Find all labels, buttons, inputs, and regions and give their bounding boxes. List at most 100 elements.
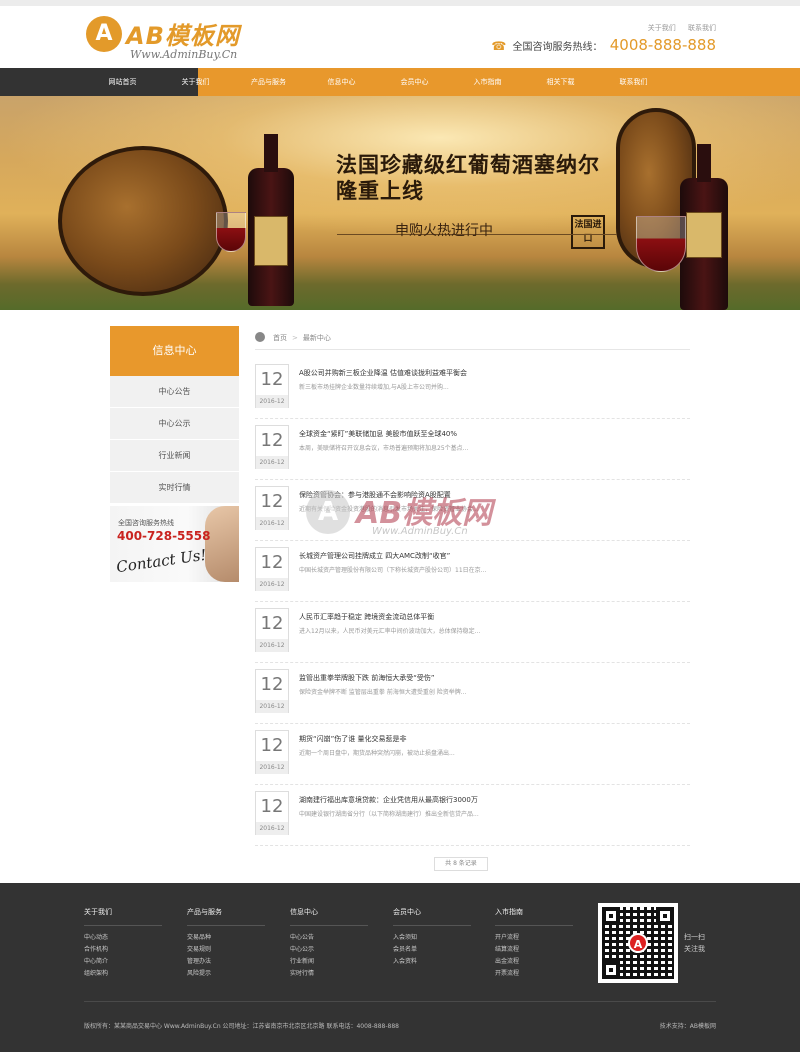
banner-title: 法国珍藏级红葡萄酒塞纳尔 隆重上线 [336,152,600,204]
footer-link[interactable]: 风险提示 [187,968,267,980]
news-title[interactable]: 湖南建行福出库意境贷款：企业凭信用从最高银行3000万 [299,795,478,805]
news-summary: 本周，美联储将召开议息会议，市场普遍预期将加息25个基点... [299,445,469,452]
footer-link[interactable]: 中心简介 [84,956,164,968]
footer-tech-support[interactable]: 技术支持：AB模板网 [660,1021,716,1030]
footer-link[interactable]: 交易品种 [187,932,267,944]
footer-link[interactable]: 合作机构 [84,944,164,956]
sidebar: 信息中心 中心公告 中心公示 行业新闻 实时行情 全国咨询服务热线 400-72… [110,326,239,582]
sidebar-item-announcements[interactable]: 中心公告 [110,376,239,408]
qr-caption-line1: 扫一扫 [684,933,705,941]
divider [255,601,690,602]
footer-link[interactable]: 中心公示 [290,944,370,956]
date-year-month: 2016-12 [256,395,288,408]
nav-item-products[interactable]: 产品与服务 [232,68,305,96]
news-title[interactable]: 保险资管协会：参与港股通不会影响险资A股配置 [299,490,451,500]
news-item[interactable]: 12 2016-12 人民币汇率趋于稳定 跨境资金流动总体平衡 进入12月以来，人… [255,608,690,663]
contact-box: 全国咨询服务热线 400-728-5558 Contact Us! [110,506,239,582]
date-year-month: 2016-12 [256,456,288,469]
logo-text: AB模板网 [126,22,240,50]
footer-link[interactable]: 交易规则 [187,944,267,956]
footer-link[interactable]: 出金流程 [495,956,575,968]
nav-item-guide[interactable]: 入市指南 [451,68,524,96]
import-stamp: 法国进口 [571,215,605,249]
date-box: 12 2016-12 [255,364,289,408]
nav-item-info[interactable]: 信息中心 [305,68,378,96]
news-summary: 近期一个周日盘中，期货品种突然闪崩，被动止损盘涌出... [299,750,455,757]
divider [255,479,690,480]
banner-title-line1: 法国珍藏级红葡萄酒塞纳尔 [336,153,600,177]
wine-glass-left [216,212,246,252]
wine-bottle-right [680,144,728,310]
footer-col-title: 产品与服务 [187,907,265,926]
main-content: 首页 > 最新中心 [255,326,690,350]
logo-mark: A [86,16,122,52]
footer-col-title: 关于我们 [84,907,162,926]
news-item[interactable]: 12 2016-12 A股公司并购新三板企业降温 估值难谈拢利益难平衡会 新三板市… [255,364,690,419]
footer-col-about: 关于我们 中心动态 合作机构 中心简介 组织架构 [84,907,164,980]
nav-item-about[interactable]: 关于我们 [159,68,232,96]
news-item[interactable]: 12 2016-12 监管出重拳举牌股下跌 前海恒大承受“受伤” 保险资金举牌不断… [255,669,690,724]
footer-link[interactable]: 开票流程 [495,968,575,980]
news-title[interactable]: A股公司并购新三板企业降温 估值难谈拢利益难平衡会 [299,368,467,378]
date-day: 12 [260,552,284,573]
footer-link[interactable]: 入会资料 [393,956,473,968]
footer-link[interactable]: 入会须知 [393,932,473,944]
sidebar-title: 信息中心 [110,326,239,376]
nav-item-members[interactable]: 会员中心 [378,68,451,96]
news-title[interactable]: 全球资金“紧盯”美联储加息 美股市值跃至全球40% [299,429,457,439]
contact-number: 400-728-5558 [117,529,211,543]
footer-col-title: 信息中心 [290,907,368,926]
home-icon [255,332,265,342]
footer-link[interactable]: 行业新闻 [290,956,370,968]
divider [255,845,690,846]
nav-item-downloads[interactable]: 相关下载 [524,68,597,96]
footer-link[interactable]: 中心动态 [84,932,164,944]
footer-link[interactable]: 结算流程 [495,944,575,956]
footer-link[interactable]: 会员名单 [393,944,473,956]
wine-glass-right [636,216,686,272]
logo[interactable]: A AB模板网 Www.AdminBuy.Cn [86,16,246,62]
nav-item-contact[interactable]: 联系我们 [597,68,670,96]
top-link-about[interactable]: 关于我们 [648,24,676,32]
date-box: 12 2016-12 [255,486,289,530]
footer-link[interactable]: 管理办法 [187,956,267,968]
qr-caption-line2: 关注我 [684,945,705,953]
footer-link[interactable]: 实时行情 [290,968,370,980]
date-day: 12 [260,735,284,756]
breadcrumb-current[interactable]: 最新中心 [303,334,331,342]
footer-col-title: 会员中心 [393,907,471,926]
date-day: 12 [260,491,284,512]
news-item[interactable]: 12 2016-12 湖南建行福出库意境贷款：企业凭信用从最高银行3000万 中国… [255,791,690,846]
news-summary: 中国建设银行湖南省分行（以下简称湖南建行）推出全新信贷产品... [299,811,479,818]
sidebar-item-notices[interactable]: 中心公示 [110,408,239,440]
news-title[interactable]: 期货“闪崩”伤了谁 量化交易惹是非 [299,734,406,744]
divider [255,723,690,724]
breadcrumb-home[interactable]: 首页 [273,334,287,342]
news-title[interactable]: 监管出重拳举牌股下跌 前海恒大承受“受伤” [299,673,434,683]
news-item[interactable]: 12 2016-12 保险资管协会：参与港股通不会影响险资A股配置 近期有关保险资… [255,486,690,541]
qr-caption: 扫一扫 关注我 [684,931,705,955]
divider [255,418,690,419]
footer-col-members: 会员中心 入会须知 会员名单 入会资料 [393,907,473,968]
wine-bottle-left [248,134,294,306]
date-box: 12 2016-12 [255,669,289,713]
nav-item-home[interactable]: 网站首页 [86,68,159,96]
news-title[interactable]: 长城资产管理公司挂牌成立 四大AMC改制“收官” [299,551,450,561]
news-item[interactable]: 12 2016-12 全球资金“紧盯”美联储加息 美股市值跃至全球40% 本周，美… [255,425,690,480]
news-title[interactable]: 人民币汇率趋于稳定 跨境资金流动总体平衡 [299,612,434,622]
hero-banner[interactable]: 法国珍藏级红葡萄酒塞纳尔 隆重上线 法国进口 申购火热进行中 [0,96,800,310]
footer-link[interactable]: 组织架构 [84,968,164,980]
news-item[interactable]: 12 2016-12 长城资产管理公司挂牌成立 四大AMC改制“收官” 中国长城资… [255,547,690,602]
sidebar-item-industry-news[interactable]: 行业新闻 [110,440,239,472]
pagination[interactable]: 共 8 条记录 [434,857,488,871]
date-day: 12 [260,369,284,390]
sidebar-item-market[interactable]: 实时行情 [110,472,239,504]
news-summary: 新三板市场挂牌企业数量持续增加,与A股上市公司并购... [299,384,449,391]
footer-link[interactable]: 开户流程 [495,932,575,944]
date-day: 12 [260,430,284,451]
qr-code: A [598,903,678,983]
news-item[interactable]: 12 2016-12 期货“闪崩”伤了谁 量化交易惹是非 近期一个周日盘中，期货品… [255,730,690,785]
top-link-contact[interactable]: 联系我们 [688,24,716,32]
header: A AB模板网 Www.AdminBuy.Cn 关于我们 联系我们 ☎ 全国咨询… [0,6,800,68]
footer-link[interactable]: 中心公告 [290,932,370,944]
